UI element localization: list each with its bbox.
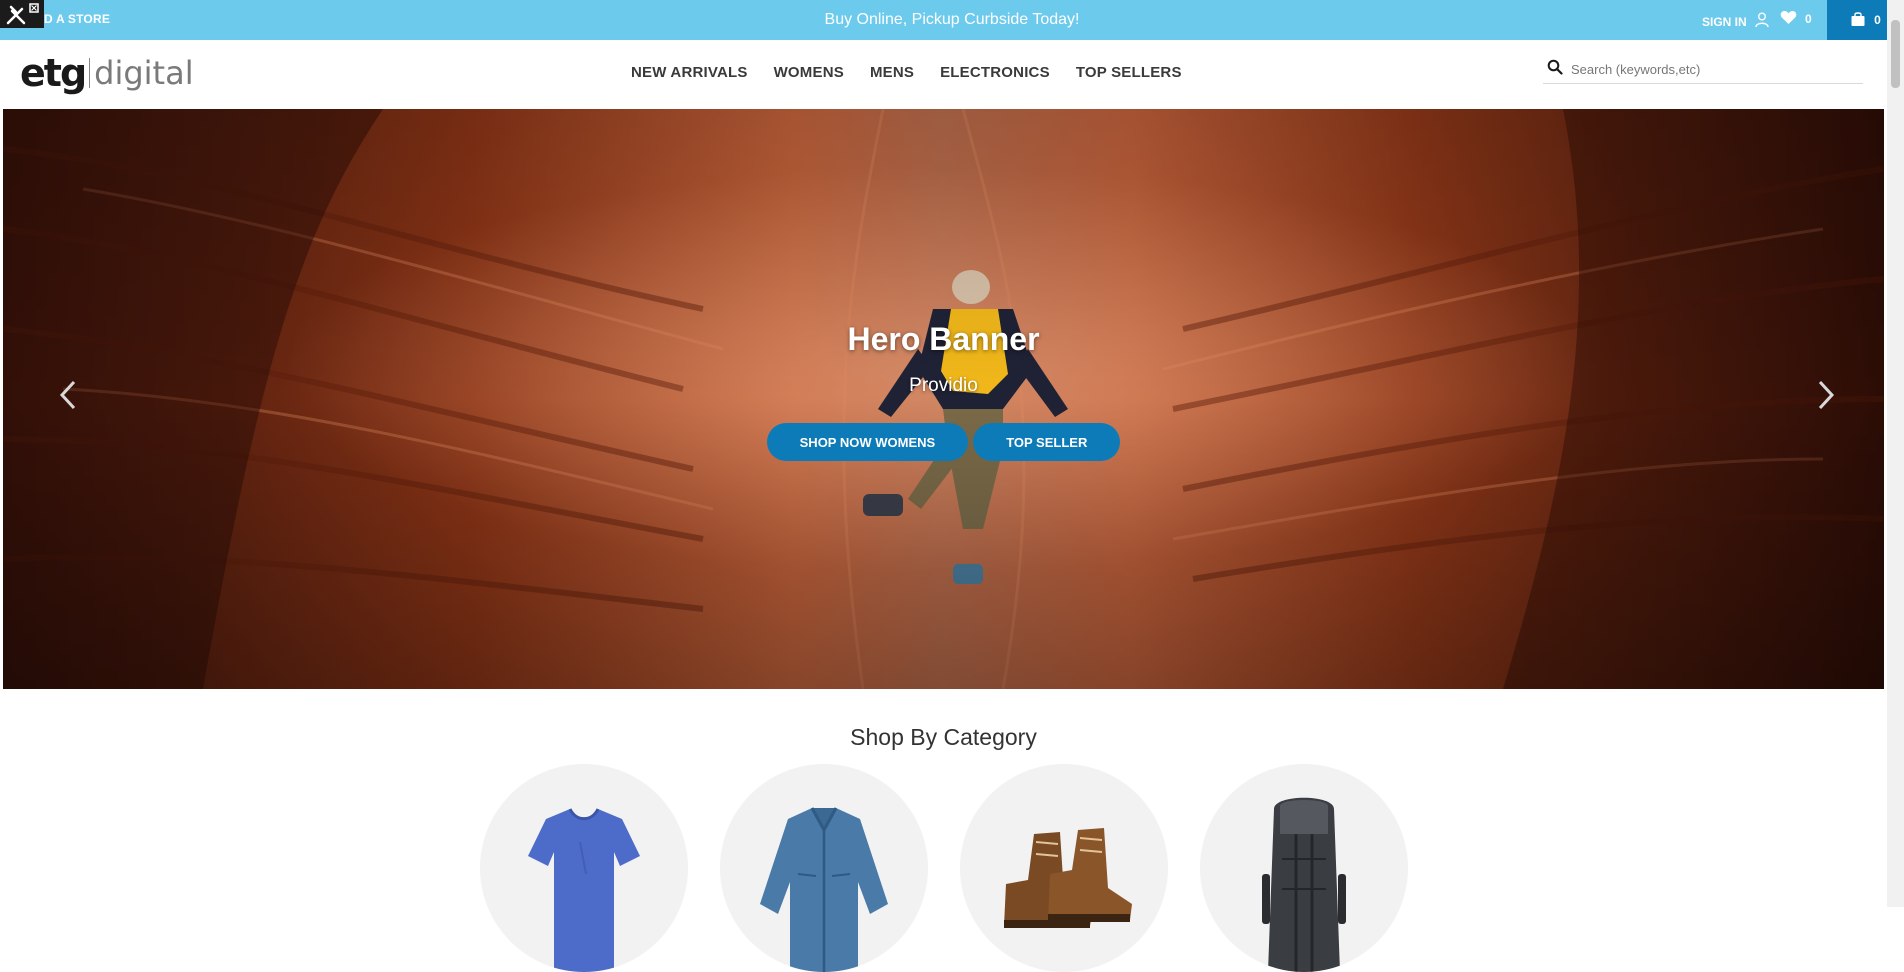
carousel-prev-button[interactable] [53,377,83,417]
scrollbar-thumb[interactable] [1891,20,1900,88]
search-icon[interactable] [1547,59,1563,80]
hero-subtitle: Providio [909,375,978,396]
page-scrollbar[interactable] [1887,0,1904,907]
category-tshirt[interactable] [480,764,688,972]
chevron-left-icon [59,379,77,416]
nav-womens[interactable]: WOMENS [774,64,844,81]
nav-top-sellers[interactable]: TOP SELLERS [1076,64,1182,81]
category-boots[interactable] [960,764,1168,972]
top-seller-button[interactable]: TOP SELLER [973,423,1121,461]
logo-etg: etg [20,51,87,95]
nav-mens[interactable]: MENS [870,64,914,81]
main-nav: NEW ARRIVALS WOMENS MENS ELECTRONICS TOP… [631,64,1182,81]
shop-by-category-title: Shop By Category [850,724,1037,750]
nav-electronics[interactable]: ELECTRONICS [940,64,1050,81]
site-header: etg digital NEW ARRIVALS WOMENS MENS ELE… [0,40,1904,108]
carousel-next-button[interactable] [1811,377,1841,417]
nav-new-arrivals[interactable]: NEW ARRIVALS [631,64,748,81]
jacket-image [760,807,888,972]
chevron-right-icon [1817,379,1835,416]
shop-now-womens-button[interactable]: SHOP NOW WOMENS [766,423,969,461]
boots-image [1004,828,1132,928]
cart-count: 0 [1874,13,1881,27]
hero-buttons: SHOP NOW WOMENS TOP SELLER [3,423,1884,461]
logo-divider [89,58,91,88]
backpack-image [1262,797,1346,972]
wishlist-button[interactable]: 0 [1780,10,1812,28]
promo-bar: D A STORE Buy Online, Pickup Curbside To… [0,0,1904,40]
category-list [480,764,1408,972]
hero-background-image [3,109,1884,689]
promo-message: Buy Online, Pickup Curbside Today! [824,11,1080,28]
category-jacket[interactable] [720,764,928,972]
sign-in-link[interactable]: SIGN IN [1702,12,1769,31]
heart-icon [1780,10,1797,28]
user-icon [1754,12,1769,31]
shopping-bag-icon [1850,11,1866,30]
tshirt-image [528,808,640,972]
site-logo[interactable]: etg digital [20,50,194,96]
wishlist-count: 0 [1805,12,1812,26]
sign-in-label: SIGN IN [1702,14,1747,29]
hero-banner: Hero Banner Providio SHOP NOW WOMENS TOP… [3,109,1884,689]
hero-title: Hero Banner [847,321,1040,357]
search-bar [1543,56,1863,84]
search-input[interactable] [1571,62,1863,77]
category-backpack[interactable] [1200,764,1408,972]
logo-digital: digital [94,54,194,92]
